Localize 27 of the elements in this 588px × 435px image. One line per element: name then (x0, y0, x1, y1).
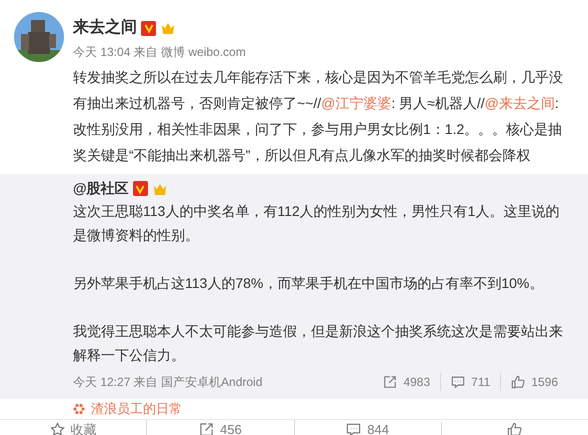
comment-button[interactable]: 844 (346, 420, 389, 435)
like-button[interactable] (507, 422, 522, 435)
repost-paragraph: 这次王思聪113人的中奖名单，有112人的性别为女性，男性只有1人。这里说的是微博资料的性别。 (73, 202, 560, 245)
thumbs-up-icon (507, 422, 522, 435)
comment-icon (346, 422, 362, 435)
repost-button[interactable]: 456 (199, 420, 242, 435)
share-icon (383, 375, 398, 389)
post-meta: 今天 13:04 来自 微博 weibo.com (73, 44, 246, 61)
post-text: 转发抽奖之所以在过去几年能存活下来，核心是因为不管羊毛党怎么刷，几乎没有抽出来过机器号，否则肯定被停了~~//@江宁婆婆: 男人≈机器人//@来去之间:改性别没用，相关性非因果，问了下，参与用户男女比例1：1.2。。。核心是抽奖关键是“不能抽出来机器号”，所以但凡有点儿像水军的抽奖时候都会降权 (73, 68, 564, 165)
share-icon (199, 422, 214, 435)
stat-count[interactable]: 711 (471, 373, 490, 391)
mention-link[interactable]: @江宁婆婆 (321, 95, 392, 111)
thumbs-up-icon (511, 375, 526, 389)
topic-link[interactable]: 渣浪员工的日常 (91, 399, 182, 418)
author-name[interactable]: 来去之间 (73, 16, 137, 40)
repost-paragraph: 我觉得王思聪本人不太可能参与造假，但是新浪这个抽奖系统这次是需要站出来解释一下公信力。 (73, 322, 564, 365)
avatar-image (14, 12, 64, 62)
star-icon (50, 422, 65, 435)
favorite-button[interactable]: 收藏 (50, 420, 97, 435)
repost-meta: 今天 12:27 来自 国产安卓机Android (73, 374, 262, 391)
mention-link[interactable]: @来去之间 (484, 95, 555, 111)
stat-count[interactable]: 1596 (531, 373, 558, 391)
topic-icon (73, 402, 85, 415)
stat-count[interactable]: 4983 (403, 373, 430, 391)
repost-paragraph: 另外苹果手机占这113人的78%，而苹果手机在中国市场的占有率不到10%。 (73, 274, 544, 293)
comment-icon (451, 375, 466, 389)
repost-author[interactable]: @股社区 (73, 178, 129, 199)
